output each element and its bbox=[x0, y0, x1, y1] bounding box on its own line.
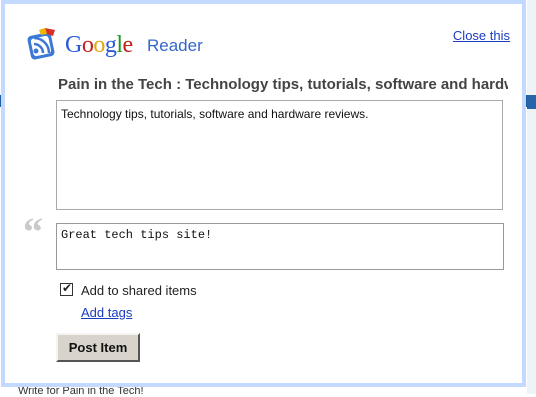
product-name: Reader bbox=[147, 36, 203, 55]
google-wordmark: Google bbox=[65, 32, 133, 59]
item-title: Pain in the Tech : Technology tips, tuto… bbox=[58, 76, 508, 93]
background-page-edge bbox=[527, 0, 536, 394]
quote-icon: “ bbox=[23, 209, 43, 254]
share-option[interactable]: ✔ Add to shared items bbox=[60, 281, 197, 298]
reader-bookmarklet-panel: Google Reader Close this Pain in the Tec… bbox=[1, 0, 526, 387]
logo-letter: g bbox=[104, 32, 117, 58]
close-link[interactable]: Close this bbox=[453, 28, 510, 43]
logo-letter: G bbox=[65, 32, 82, 58]
reader-logo-icon bbox=[27, 28, 55, 60]
logo-letter: o bbox=[93, 32, 105, 58]
background-page-band-right bbox=[527, 95, 536, 109]
item-snippet-text: Technology tips, tutorials, software and… bbox=[61, 107, 369, 121]
note-textarea[interactable]: Great tech tips site! bbox=[56, 223, 504, 270]
logo-letter: e bbox=[122, 32, 134, 58]
share-label: Add to shared items bbox=[81, 283, 197, 298]
logo-letter: o bbox=[81, 32, 94, 58]
item-snippet-box[interactable]: Technology tips, tutorials, software and… bbox=[56, 100, 503, 210]
google-reader-logo: Google Reader bbox=[25, 26, 205, 66]
checkmark-icon: ✔ bbox=[62, 281, 73, 295]
add-tags-link[interactable]: Add tags bbox=[81, 305, 132, 320]
share-checkbox[interactable]: ✔ bbox=[60, 281, 73, 296]
post-item-button[interactable]: Post Item bbox=[56, 333, 140, 362]
